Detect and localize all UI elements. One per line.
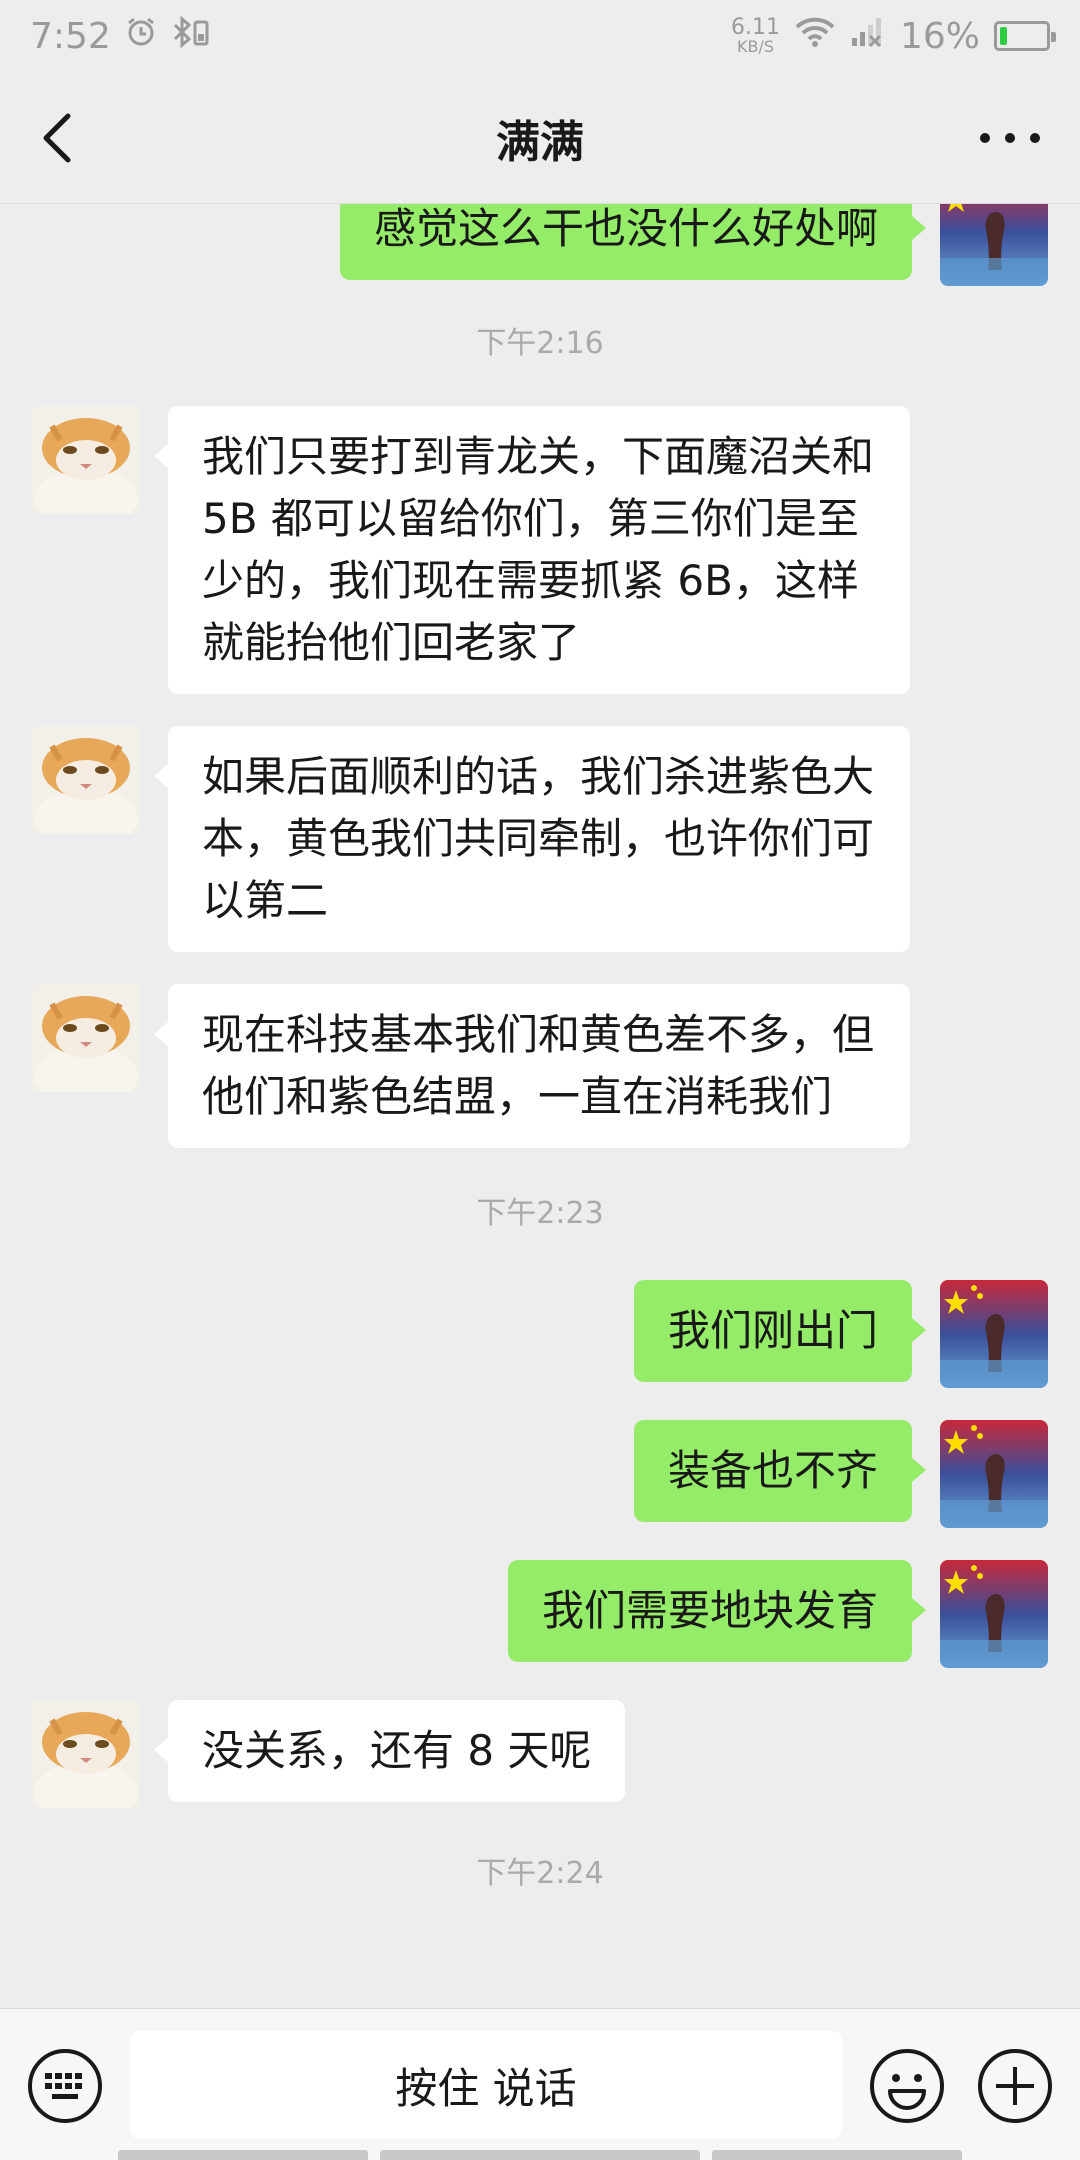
more-icon[interactable]	[980, 128, 1040, 148]
message-bubble[interactable]: 我们只要打到青龙关，下面魔沼关和 5B 都可以留给你们，第三你们是至少的，我们现…	[154, 406, 910, 694]
message-sent: 感觉这么干也没什么好处啊	[0, 204, 1080, 286]
message-sent: 我们需要地块发育	[0, 1560, 1080, 1668]
message-bubble[interactable]: 没关系，还有 8 天呢	[153, 1700, 626, 1802]
my-avatar[interactable]	[940, 204, 1048, 286]
message-received: 如果后面顺利的话，我们杀进紫色大本，黄色我们共同牵制，也许你们可以第二	[0, 726, 1080, 952]
message-bubble[interactable]: 装备也不齐	[633, 1420, 927, 1522]
contact-avatar[interactable]	[32, 1700, 140, 1808]
message-sent: 我们刚出门	[0, 1280, 1080, 1388]
chat-header: 满满	[0, 72, 1080, 204]
message-bubble[interactable]: 我们刚出门	[633, 1280, 927, 1382]
contact-avatar[interactable]	[32, 726, 140, 834]
wifi-icon	[794, 16, 836, 57]
my-avatar[interactable]	[940, 1280, 1048, 1388]
time-label: 下午2:24	[476, 1856, 604, 1891]
message-bubble[interactable]: 我们需要地块发育	[507, 1560, 927, 1662]
message-received: 没关系，还有 8 天呢	[0, 1700, 1080, 1808]
message-sent: 装备也不齐	[0, 1420, 1080, 1528]
message-received: 我们只要打到青龙关，下面魔沼关和 5B 都可以留给你们，第三你们是至少的，我们现…	[0, 406, 1080, 694]
emoji-icon[interactable]	[868, 2047, 946, 2125]
time-label: 下午2:23	[476, 1196, 604, 1231]
battery-percent: 16%	[899, 15, 980, 57]
time-label: 下午2:16	[476, 326, 604, 361]
net-speed: 6.11 KB/S	[731, 17, 780, 55]
chat-area[interactable]: 感觉这么干也没什么好处啊 下午2:16 我们只要打到青龙关，下面魔沼关和 5B …	[0, 204, 1080, 2008]
net-speed-value: 6.11	[731, 15, 780, 40]
my-avatar[interactable]	[940, 1420, 1048, 1528]
bluetooth-icon	[171, 15, 211, 57]
message-bubble[interactable]: 现在科技基本我们和黄色差不多，但他们和紫色结盟，一直在消耗我们	[154, 984, 910, 1148]
navigation-hint	[0, 2150, 1080, 2160]
net-speed-unit: KB/S	[736, 37, 774, 56]
hold-to-talk-button[interactable]: 按住 说话	[130, 2031, 842, 2139]
alarm-icon	[125, 16, 157, 57]
signal-icon	[850, 16, 886, 57]
status-bar: 7:52 6.11 KB/S 16%	[0, 0, 1080, 72]
contact-avatar[interactable]	[32, 406, 140, 514]
chat-title: 满满	[496, 116, 584, 168]
contact-avatar[interactable]	[32, 984, 140, 1092]
back-icon[interactable]	[30, 108, 90, 168]
keyboard-icon[interactable]	[26, 2047, 104, 2125]
input-bar: 按住 说话	[0, 2008, 1080, 2160]
battery-fill	[1000, 27, 1008, 45]
plus-icon[interactable]	[976, 2047, 1054, 2125]
message-bubble[interactable]: 感觉这么干也没什么好处啊	[339, 204, 927, 280]
message-bubble[interactable]: 如果后面顺利的话，我们杀进紫色大本，黄色我们共同牵制，也许你们可以第二	[154, 726, 910, 952]
battery-icon	[994, 21, 1056, 51]
my-avatar[interactable]	[940, 1560, 1048, 1668]
message-received: 现在科技基本我们和黄色差不多，但他们和紫色结盟，一直在消耗我们	[0, 984, 1080, 1148]
status-time: 7:52	[30, 15, 111, 57]
